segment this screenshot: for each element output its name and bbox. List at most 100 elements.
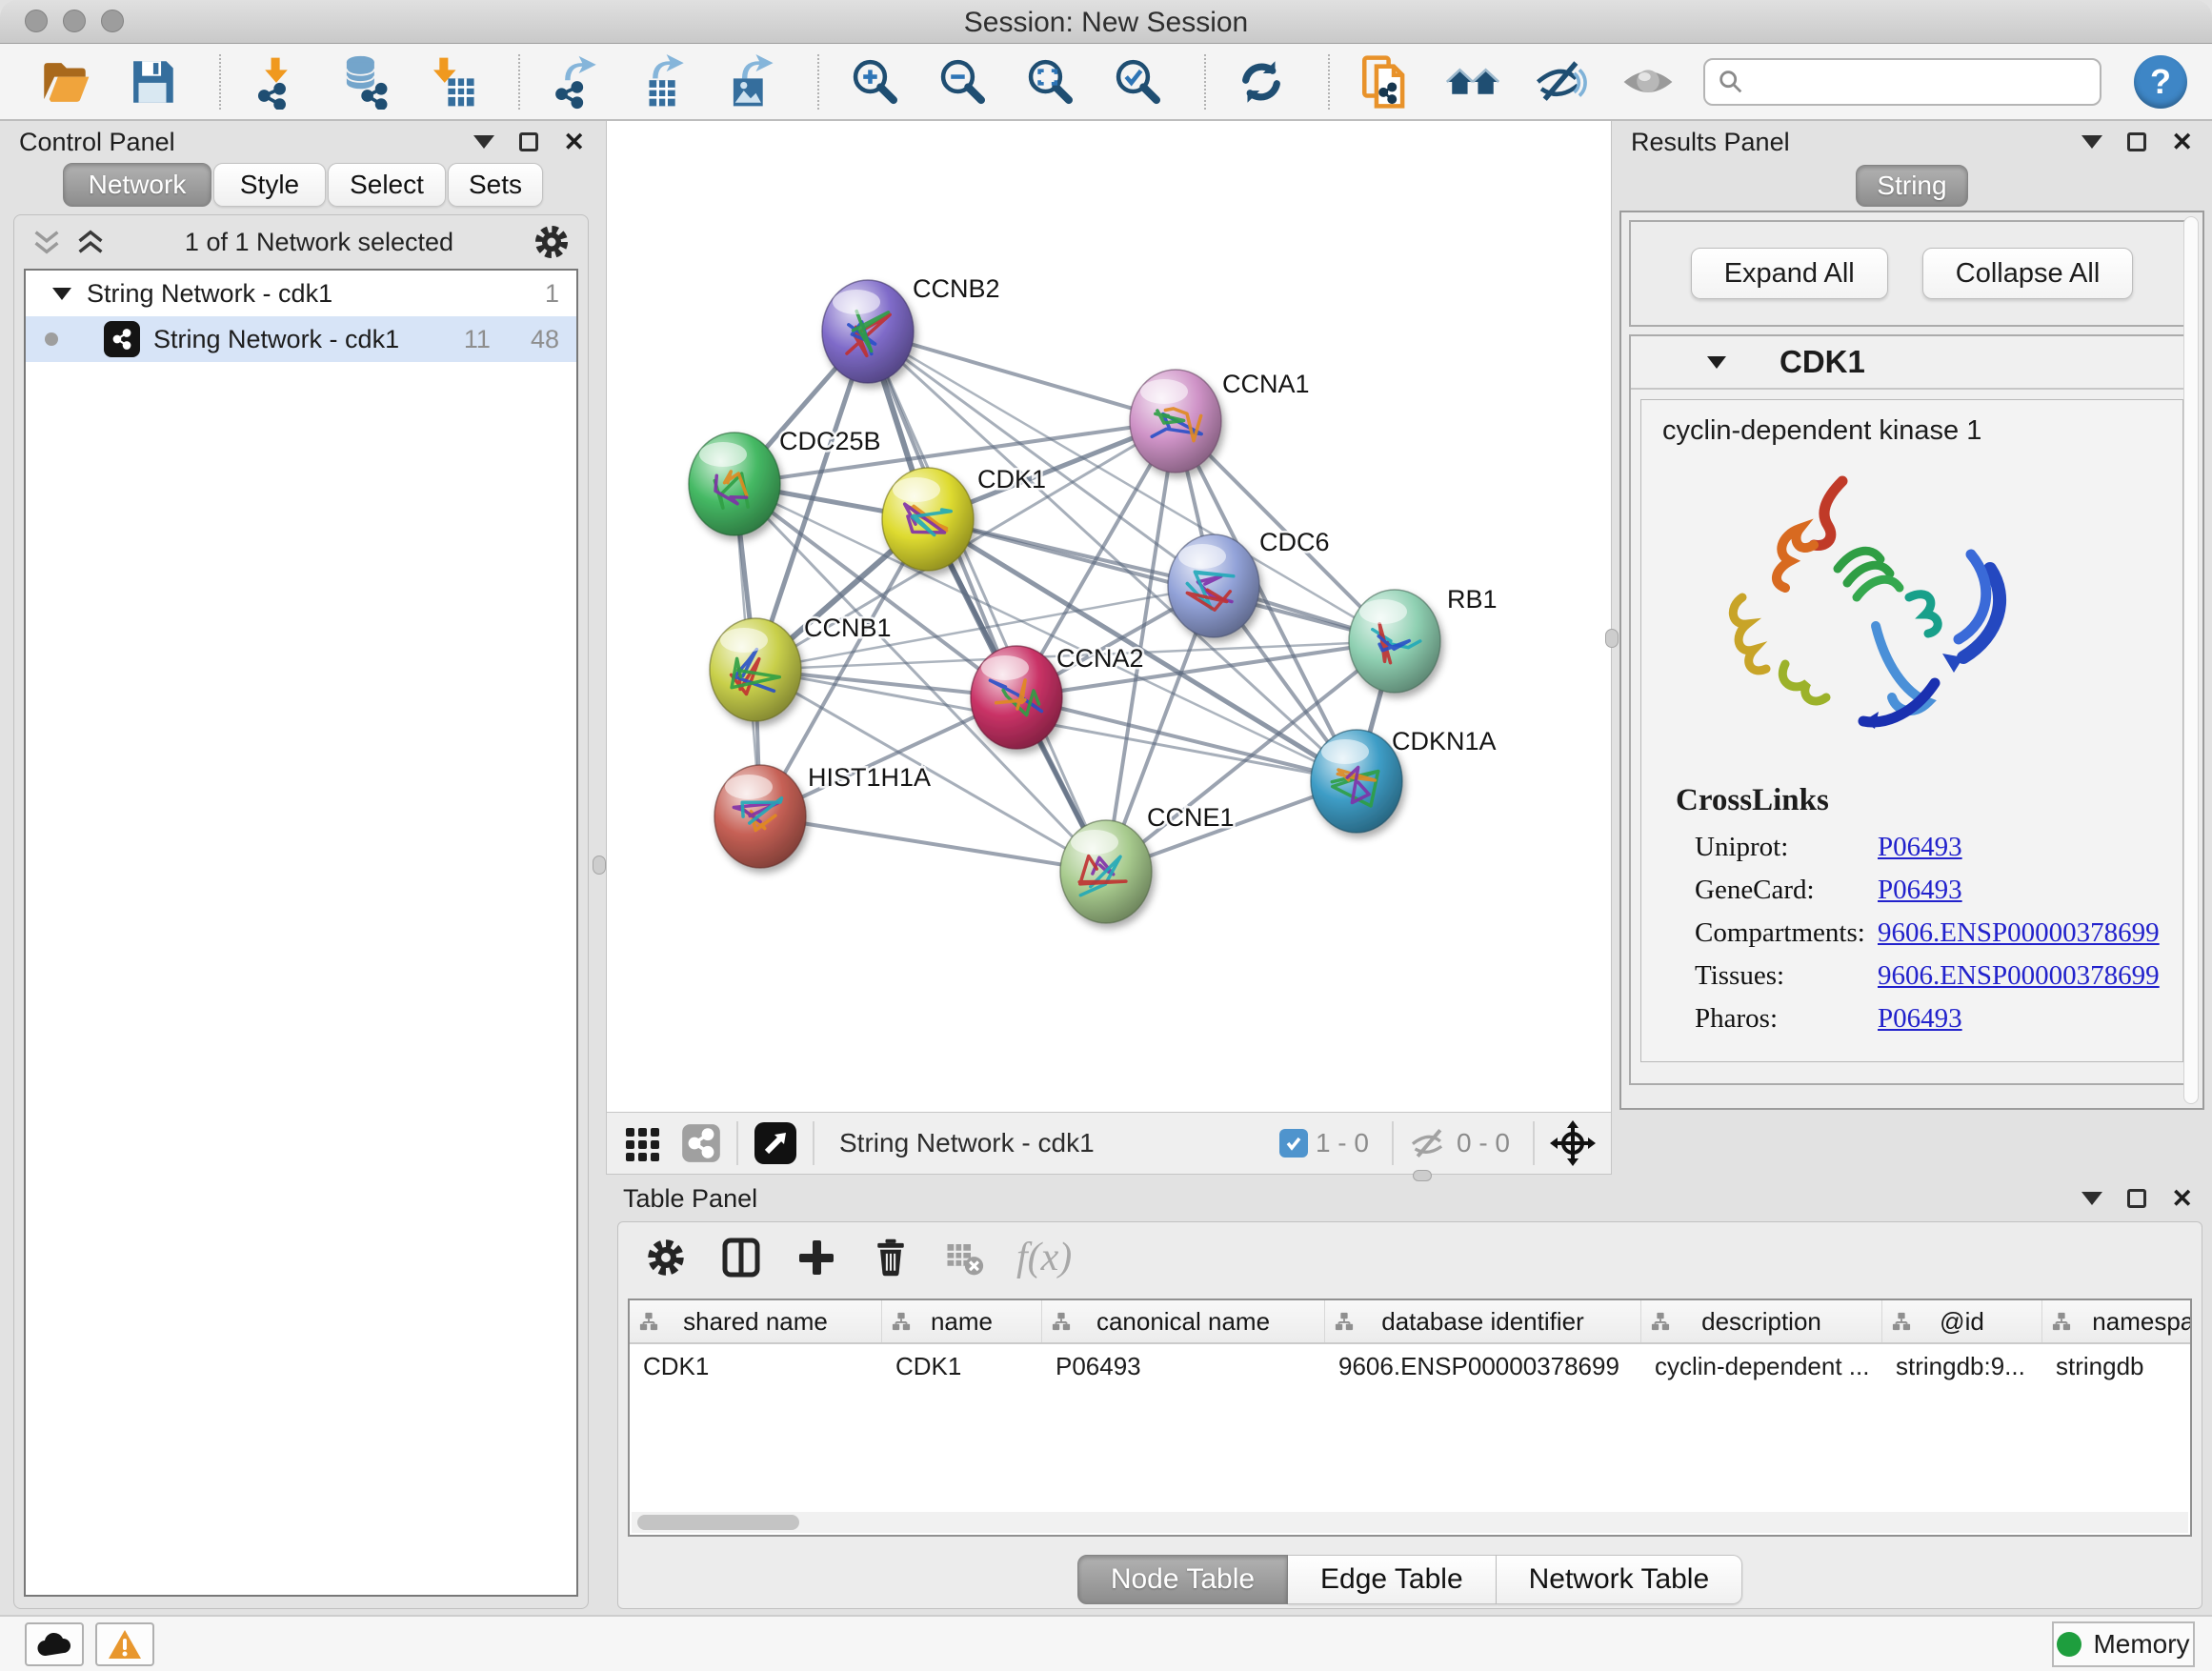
- float-panel-icon[interactable]: [519, 132, 538, 151]
- table-panel: Table Panel ✕ f(x) shared name name cano…: [606, 1178, 2212, 1615]
- cloud-tasks-button[interactable]: [25, 1622, 84, 1666]
- search-field[interactable]: [1703, 58, 2101, 106]
- crosslink-link[interactable]: P06493: [1878, 832, 1962, 863]
- expand-all-button[interactable]: Expand All: [1691, 248, 1888, 299]
- toolbar-separator: [1392, 1121, 1394, 1165]
- crosslink-label: Pharos:: [1695, 1003, 1878, 1035]
- collapse-all-button[interactable]: Collapse All: [1922, 248, 2134, 299]
- toolbar-separator: [817, 54, 819, 110]
- node-table[interactable]: shared name name canonical name database…: [628, 1299, 2192, 1537]
- tab-node-table[interactable]: Node Table: [1077, 1555, 1288, 1604]
- zoom-in-button[interactable]: [842, 50, 907, 113]
- section-expander-icon[interactable]: [1707, 356, 1726, 369]
- collapse-all-icon[interactable]: [31, 230, 62, 254]
- crosslink-link[interactable]: P06493: [1878, 875, 1962, 906]
- export-table-button[interactable]: [631, 50, 695, 113]
- network-node-CDK1[interactable]: [882, 468, 974, 571]
- close-panel-icon[interactable]: ✕: [563, 130, 585, 155]
- open-session-button[interactable]: [32, 50, 97, 113]
- tab-edge-table[interactable]: Edge Table: [1288, 1555, 1497, 1604]
- grid-view-icon[interactable]: [622, 1122, 664, 1164]
- tab-network-table[interactable]: Network Table: [1497, 1555, 1743, 1604]
- network-edge[interactable]: [868, 332, 1176, 421]
- float-panel-icon[interactable]: [2127, 1189, 2146, 1208]
- import-network-file-button[interactable]: [244, 50, 309, 113]
- save-session-button[interactable]: [120, 50, 185, 113]
- delete-column-trash-icon[interactable]: [870, 1237, 912, 1278]
- results-scrollbar[interactable]: [2183, 216, 2199, 1104]
- search-icon: [1717, 68, 1745, 96]
- crosslink-link[interactable]: P06493: [1878, 1003, 1962, 1035]
- show-columns-icon[interactable]: [719, 1236, 763, 1279]
- table-row[interactable]: CDK1 CDK1 P06493 9606.ENSP00000378699 cy…: [630, 1344, 2190, 1388]
- table-horizontal-scrollbar[interactable]: [632, 1512, 2188, 1533]
- panel-menu-icon[interactable]: [473, 135, 494, 149]
- gene-section-header[interactable]: CDK1: [1631, 336, 2193, 390]
- export-network-button[interactable]: [543, 50, 608, 113]
- tab-select[interactable]: Select: [328, 163, 446, 207]
- close-panel-icon[interactable]: ✕: [2171, 1186, 2193, 1212]
- search-input[interactable]: [1753, 67, 2088, 96]
- network-row-selected[interactable]: String Network - cdk1 11 48: [26, 316, 576, 362]
- expand-all-icon[interactable]: [75, 230, 106, 254]
- zoom-selected-button[interactable]: [1105, 50, 1170, 113]
- network-node-CCNA1[interactable]: [1130, 370, 1221, 473]
- hidden-count-badge: 0 - 0: [1457, 1128, 1510, 1158]
- network-edge[interactable]: [760, 816, 1106, 872]
- open-session-file-button[interactable]: [1353, 50, 1418, 113]
- memory-button[interactable]: Memory: [2052, 1621, 2195, 1667]
- column-header[interactable]: shared name: [630, 1300, 882, 1342]
- column-header[interactable]: database identifier: [1325, 1300, 1641, 1342]
- refresh-view-button[interactable]: [1229, 50, 1294, 113]
- zoom-out-icon: [935, 54, 990, 110]
- tab-network[interactable]: Network: [63, 163, 211, 207]
- string-results-container: Expand All Collapse All CDK1 cyclin-depe…: [1619, 211, 2204, 1110]
- column-header[interactable]: namespace: [2042, 1300, 2192, 1342]
- network-node-CDC25B[interactable]: [689, 433, 780, 535]
- network-node-HIST1H1A[interactable]: [714, 765, 806, 868]
- zoom-out-button[interactable]: [930, 50, 995, 113]
- column-header[interactable]: @id: [1882, 1300, 2042, 1342]
- import-table-button[interactable]: [419, 50, 484, 113]
- network-node-RB1[interactable]: [1349, 590, 1440, 693]
- tab-string[interactable]: String: [1856, 165, 1968, 207]
- network-canvas[interactable]: CCNB2CCNA1CDC25BCDK1CDC6RB1CCNB1CCNA2CDK…: [606, 121, 1612, 1112]
- table-options-gear-icon[interactable]: [645, 1237, 687, 1278]
- export-image-button[interactable]: [718, 50, 783, 113]
- collection-expander-icon[interactable]: [52, 288, 71, 300]
- crosslink-link[interactable]: 9606.ENSP00000378699: [1878, 960, 2160, 992]
- network-collection-row[interactable]: String Network - cdk1 1: [26, 271, 576, 316]
- add-column-icon[interactable]: [795, 1237, 837, 1278]
- left-splitter-handle[interactable]: [593, 856, 606, 875]
- tab-sets[interactable]: Sets: [448, 163, 543, 207]
- network-node-CCNE1[interactable]: [1060, 820, 1152, 923]
- network-node-CCNB1[interactable]: [710, 618, 801, 721]
- import-network-database-button[interactable]: [332, 50, 396, 113]
- tab-style[interactable]: Style: [213, 163, 326, 207]
- zoom-fit-button[interactable]: [1017, 50, 1082, 113]
- selected-items-checkbox-icon[interactable]: [1279, 1129, 1308, 1158]
- network-node-CCNB2[interactable]: [822, 280, 914, 383]
- network-share-view-icon[interactable]: [681, 1123, 721, 1163]
- crosslink-link[interactable]: 9606.ENSP00000378699: [1878, 917, 2160, 949]
- show-graphics-details-button[interactable]: [1616, 50, 1680, 113]
- warnings-button[interactable]: [95, 1622, 154, 1666]
- string-network-graph[interactable]: CCNB2CCNA1CDC25BCDK1CDC6RB1CCNB1CCNA2CDK…: [607, 121, 1613, 1112]
- help-button[interactable]: ?: [2134, 55, 2187, 109]
- network-node-CDC6[interactable]: [1168, 534, 1259, 637]
- network-node-CDKN1A[interactable]: [1311, 730, 1402, 833]
- network-node-CCNA2[interactable]: [971, 646, 1062, 749]
- float-panel-icon[interactable]: [2127, 132, 2146, 151]
- column-header[interactable]: name: [882, 1300, 1042, 1342]
- scrollbar-thumb[interactable]: [637, 1515, 799, 1530]
- open-view-in-window-icon[interactable]: [754, 1121, 797, 1165]
- home-button[interactable]: [1440, 50, 1505, 113]
- hide-graphics-details-button[interactable]: [1528, 50, 1593, 113]
- column-header[interactable]: description: [1641, 1300, 1882, 1342]
- network-options-gear-icon[interactable]: [533, 223, 571, 261]
- panel-menu-icon[interactable]: [2081, 1192, 2102, 1205]
- close-panel-icon[interactable]: ✕: [2171, 130, 2193, 155]
- birds-eye-navigator-icon[interactable]: [1550, 1120, 1596, 1166]
- column-header[interactable]: canonical name: [1042, 1300, 1325, 1342]
- panel-menu-icon[interactable]: [2081, 135, 2102, 149]
